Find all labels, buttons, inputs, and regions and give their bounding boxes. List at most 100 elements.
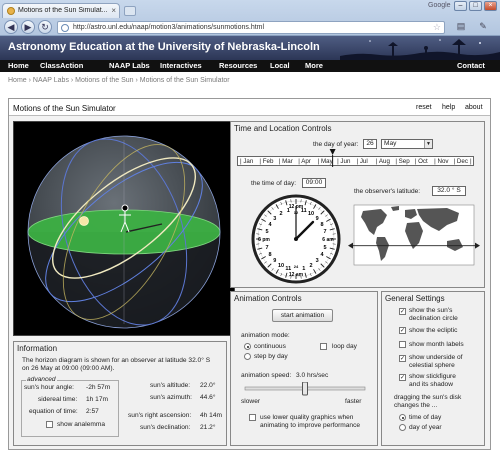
- breadcrumb[interactable]: Home › NAAP Labs › Motions of the Sun › …: [8, 77, 230, 84]
- nav-bar: ◀ ▶ ↻ http://astro.unl.edu/naap/motion3/…: [0, 19, 500, 36]
- site-menu: Home ClassAction NAAP Labs Interactives …: [0, 60, 500, 72]
- simulator-title: Motions of the Sun Simulator: [13, 104, 116, 113]
- close-window-button[interactable]: ×: [484, 1, 497, 11]
- month-select[interactable]: May ▼: [381, 139, 433, 149]
- menu-naap-labs[interactable]: NAAP Labs: [109, 61, 150, 70]
- world-map[interactable]: [347, 201, 483, 273]
- clock-dial[interactable]: 1 234578910111234578910 11 12 pm 12 am 6 p…: [247, 192, 345, 286]
- start-animation-button[interactable]: start animation: [272, 309, 333, 322]
- right-ascension-value: 4h 14m: [200, 412, 222, 419]
- clock-6am-label: 6 am: [322, 237, 334, 243]
- clock-hour-number: 5: [323, 245, 326, 251]
- time-of-day-radio[interactable]: [399, 414, 406, 421]
- celestial-sphere-diagram[interactable]: [14, 122, 234, 335]
- back-button[interactable]: ◀: [4, 20, 18, 34]
- latitude-input[interactable]: 32.0 ° S: [432, 186, 466, 196]
- wrench-icon[interactable]: ✎: [474, 21, 492, 34]
- page-menu-icon[interactable]: ▤: [452, 21, 470, 34]
- menu-resources[interactable]: Resources: [219, 61, 257, 70]
- clock-hour-number: 3: [316, 258, 319, 264]
- lower-quality-checkbox[interactable]: [249, 414, 256, 421]
- reset-link[interactable]: reset: [416, 104, 432, 111]
- menu-classaction[interactable]: ClassAction: [40, 61, 83, 70]
- animation-speed-label: animation speed:: [241, 372, 292, 379]
- latitude-arrow-right-icon[interactable]: [475, 242, 480, 249]
- analemma-checkbox[interactable]: [46, 421, 53, 428]
- favicon-icon: [7, 7, 15, 15]
- information-title: Information: [17, 344, 58, 353]
- new-tab-button[interactable]: [124, 6, 136, 16]
- day-of-year-label: the day of year:: [313, 141, 359, 148]
- speed-slider[interactable]: [243, 382, 367, 396]
- lower-quality-label-line1: use lower quality graphics when: [260, 414, 354, 421]
- equation-of-time-label: equation of time:: [29, 408, 78, 415]
- time-location-title: Time and Location Controls: [234, 124, 332, 133]
- information-text-line1: The horizon diagram is shown for an obse…: [22, 357, 211, 364]
- clock-hour-number: 7: [265, 245, 268, 251]
- loop-day-checkbox[interactable]: [320, 343, 327, 350]
- time-of-day-label: the time of day:: [251, 180, 297, 187]
- hour-angle-value: -2h 57m: [86, 384, 111, 391]
- step-by-day-label: step by day: [254, 353, 288, 360]
- day-input[interactable]: 26: [363, 139, 377, 149]
- month-labels-checkbox[interactable]: [399, 341, 406, 348]
- browser-tab[interactable]: Motions of the Sun Simulat... ×: [2, 3, 120, 18]
- skyline-silhouette: [340, 39, 500, 60]
- forward-button[interactable]: ▶: [21, 20, 35, 34]
- clock-hour-number: 2: [279, 211, 282, 217]
- chevron-down-icon: ▼: [424, 140, 432, 148]
- ecliptic-label: show the ecliptic: [409, 327, 458, 334]
- site-header: Astronomy Education at the University of…: [0, 36, 500, 60]
- maximize-button[interactable]: □: [469, 1, 482, 11]
- day-slider-marker[interactable]: [231, 149, 486, 175]
- clock-24-mark: 24: [294, 264, 299, 269]
- menu-more[interactable]: More: [305, 61, 323, 70]
- day-marker-icon[interactable]: [329, 149, 336, 155]
- declination-circle-checkbox[interactable]: ✓: [399, 308, 406, 315]
- altitude-label: sun's altitude:: [150, 382, 191, 389]
- close-tab-icon[interactable]: ×: [111, 6, 116, 15]
- ecliptic-checkbox[interactable]: ✓: [399, 327, 406, 334]
- animation-title: Animation Controls: [234, 294, 302, 303]
- sun-icon[interactable]: [79, 216, 89, 226]
- drag-label-2: changes the ...: [394, 402, 438, 409]
- sidereal-time-value: 1h 17m: [86, 396, 108, 403]
- stickfigure-checkbox[interactable]: ✓: [399, 374, 406, 381]
- continuous-label: continuous: [254, 343, 286, 350]
- menu-interactives[interactable]: Interactives: [160, 61, 202, 70]
- clock-midnight-label: 12 am: [289, 272, 304, 278]
- latitude-arrow-left-icon[interactable]: [348, 242, 353, 249]
- about-link[interactable]: about: [465, 104, 483, 111]
- azimuth-value: 44.6°: [200, 394, 216, 401]
- continuous-radio[interactable]: [244, 343, 251, 350]
- minimize-button[interactable]: –: [454, 1, 467, 11]
- azimuth-label: sun's azimuth:: [150, 394, 192, 401]
- clock-hour-number: 2: [309, 263, 312, 269]
- day-of-year-radio[interactable]: [399, 424, 406, 431]
- bookmark-star-icon[interactable]: ☆: [433, 22, 441, 33]
- menu-home[interactable]: Home: [8, 61, 29, 70]
- menu-contact[interactable]: Contact: [457, 61, 485, 70]
- underside-label-1: show underside of: [409, 354, 463, 361]
- hour-angle-label: sun's hour angle:: [24, 384, 75, 391]
- menu-local[interactable]: Local: [270, 61, 290, 70]
- speed-slider-thumb[interactable]: [302, 382, 308, 396]
- underside-checkbox[interactable]: ✓: [399, 355, 406, 362]
- reload-button[interactable]: ↻: [38, 20, 52, 34]
- analemma-label: show analemma: [57, 421, 106, 428]
- information-text-line2: on 26 May at 09:00 (09:00 AM).: [22, 365, 115, 372]
- help-link[interactable]: help: [442, 104, 455, 111]
- time-input[interactable]: 09:00: [302, 178, 326, 188]
- celestial-sphere-view[interactable]: [13, 121, 235, 336]
- information-panel: Information The horizon diagram is shown…: [13, 341, 227, 446]
- general-settings-title: General Settings: [385, 294, 445, 303]
- day-of-year-radio-label: day of year: [409, 424, 442, 431]
- step-by-day-radio[interactable]: [244, 353, 251, 360]
- clock-hour-number: 10: [308, 211, 314, 217]
- declination-circle-label-2: declination circle: [409, 315, 458, 322]
- animation-mode-label: animation mode:: [241, 332, 290, 339]
- address-bar[interactable]: http://astro.unl.edu/naap/motion3/animat…: [57, 21, 445, 34]
- stickfigure-label-2: and its shadow: [409, 381, 453, 388]
- simulator-header: Motions of the Sun Simulator reset help …: [9, 99, 490, 116]
- month-labels-label: show month labels: [409, 341, 464, 348]
